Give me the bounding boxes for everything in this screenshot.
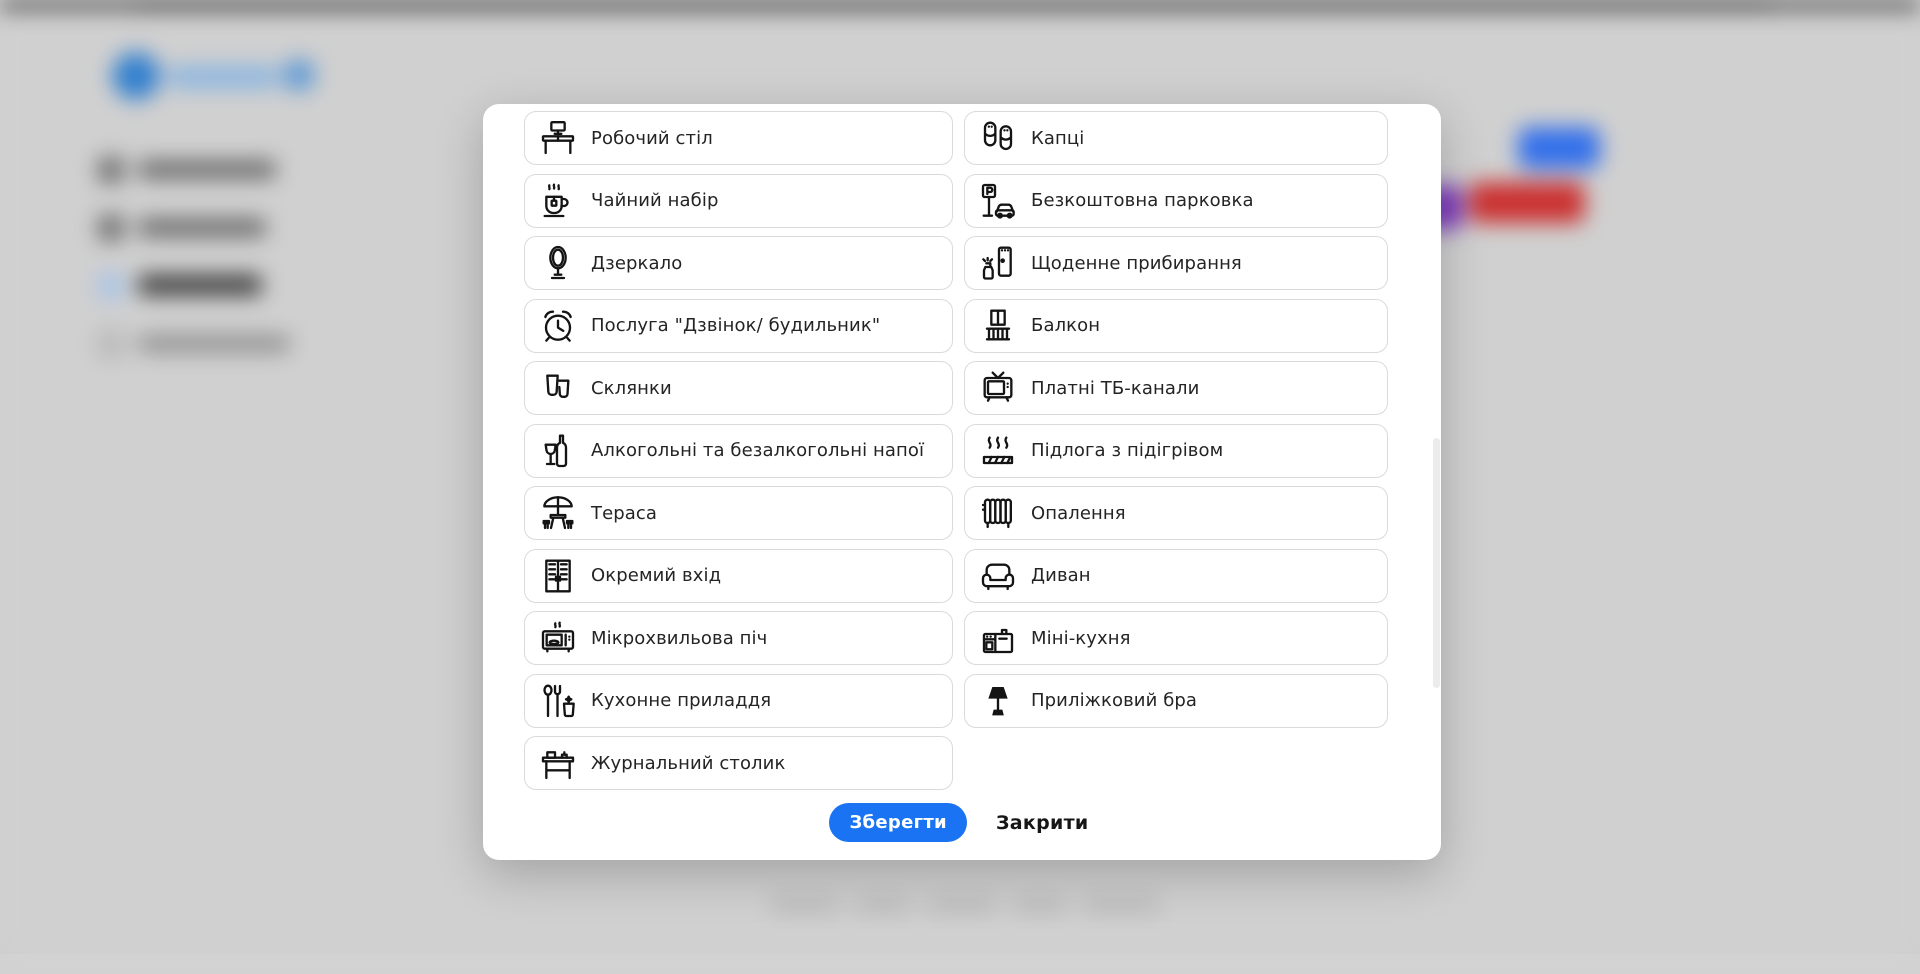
slippers-icon [977,117,1019,159]
modal-scrollbar-thumb[interactable] [1433,438,1440,688]
sofa-icon [977,555,1019,597]
amenity-item[interactable]: Робочий стіл [524,111,953,165]
amenity-item[interactable]: Підлога з підігрівом [964,424,1388,478]
glasses-icon [537,367,579,409]
amenity-item[interactable]: Опалення [964,486,1388,540]
save-button[interactable]: Зберегти [829,803,967,842]
paid-tv-icon [977,367,1019,409]
wake-up-call-icon [537,305,579,347]
mirror-icon [537,242,579,284]
private-entrance-icon [537,555,579,597]
amenity-item[interactable]: Журнальний столик [524,736,953,790]
heated-floor-icon [977,430,1019,472]
heating-icon [977,492,1019,534]
daily-cleaning-icon [977,242,1019,284]
terrace-icon [537,492,579,534]
amenity-item[interactable]: Капці [964,111,1388,165]
amenity-item[interactable]: Диван [964,549,1388,603]
amenity-item[interactable]: Послуга "Дзвінок/ будильник" [524,299,953,353]
amenity-item[interactable]: Мікрохвильова піч [524,611,953,665]
amenities-modal: Робочий стіл Капці Чайний набір Безкошто… [483,104,1441,860]
amenity-item[interactable]: Щоденне прибирання [964,236,1388,290]
amenity-item[interactable]: Балкон [964,299,1388,353]
amenity-item[interactable]: Склянки [524,361,953,415]
amenity-item[interactable]: Дзеркало [524,236,953,290]
close-button[interactable]: Закрити [990,811,1095,835]
amenity-item[interactable]: Окремий вхід [524,549,953,603]
amenity-item[interactable]: Алкогольні та безалкогольні напої [524,424,953,478]
free-parking-icon [977,180,1019,222]
amenity-item[interactable]: Міні-кухня [964,611,1388,665]
amenity-item[interactable]: Приліжковий бра [964,674,1388,728]
kitchenette-icon [977,617,1019,659]
amenities-list: Робочий стіл Капці Чайний набір Безкошто… [524,111,1388,790]
drinks-icon [537,430,579,472]
bedside-lamp-icon [977,680,1019,722]
tea-set-icon [537,180,579,222]
amenity-item[interactable]: Безкоштовна парковка [964,174,1388,228]
amenity-item[interactable]: Кухонне приладдя [524,674,953,728]
kitchenware-icon [537,680,579,722]
amenity-item[interactable]: Платні ТБ-канали [964,361,1388,415]
amenity-item[interactable]: Тераса [524,486,953,540]
coffee-table-icon [537,742,579,784]
modal-actions: Зберегти Закрити [483,803,1441,842]
desk-icon [537,117,579,159]
amenity-item[interactable]: Чайний набір [524,174,953,228]
balcony-icon [977,305,1019,347]
microwave-icon [537,617,579,659]
